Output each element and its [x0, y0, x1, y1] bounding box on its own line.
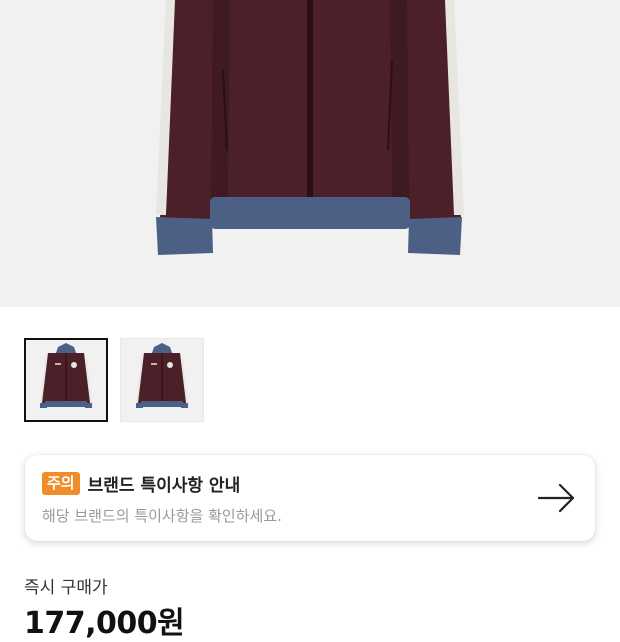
- thumbnail-1[interactable]: [24, 338, 108, 422]
- instant-buy-price: 177,000원: [24, 606, 185, 641]
- jacket-illustration: [156, 0, 464, 255]
- product-main-image[interactable]: [0, 0, 620, 307]
- thumbnail-2[interactable]: [120, 338, 204, 422]
- notice-header: 주의 브랜드 특이사항 안내: [42, 471, 240, 496]
- notice-title: 브랜드 특이사항 안내: [87, 476, 241, 496]
- brand-notice-card[interactable]: 주의 브랜드 특이사항 안내 해당 브랜드의 특이사항을 확인하세요.: [25, 455, 595, 541]
- warning-badge: 주의: [42, 472, 80, 495]
- arrow-right-icon[interactable]: [538, 483, 576, 513]
- thumbnail-list: [24, 338, 204, 422]
- jacket-thumbnail-image: [40, 343, 92, 408]
- jacket-thumbnail-image: [136, 343, 188, 408]
- instant-buy-label: 즉시 구매가: [24, 578, 108, 598]
- notice-description: 해당 브랜드의 특이사항을 확인하세요.: [42, 507, 282, 525]
